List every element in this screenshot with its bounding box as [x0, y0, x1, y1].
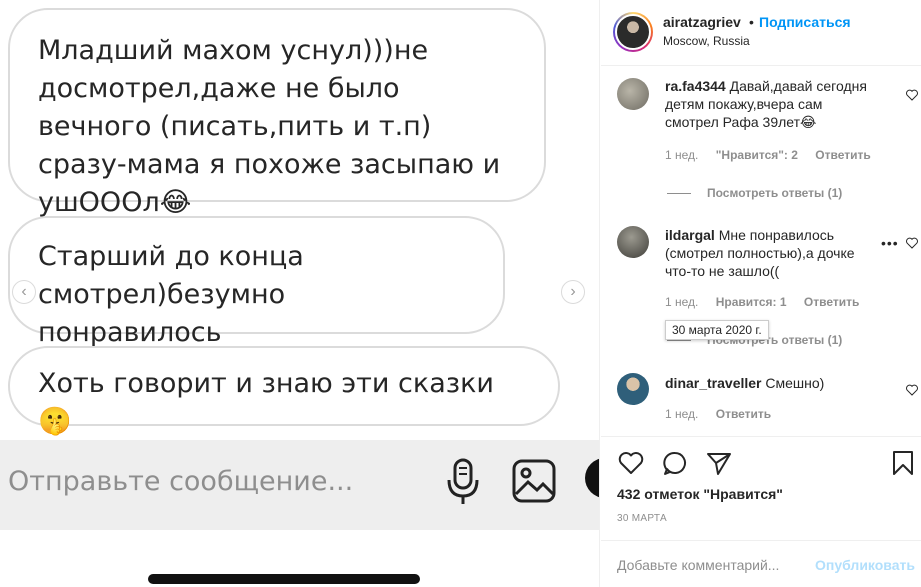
comment-meta: 1 нед. "Нравится": 2 Ответить — [665, 148, 885, 162]
reply-button[interactable]: Ответить — [815, 148, 870, 162]
comment-body: dinar_traveller Смешно) — [665, 374, 880, 392]
gallery-icon — [512, 459, 556, 503]
post-location[interactable]: Moscow, Russia — [663, 34, 750, 48]
comments-list[interactable]: ra.fa4344 Давай,давай сегодня детям пока… — [601, 67, 921, 435]
post-media[interactable]: Младший махом уснул)))не досмотрел,даже … — [0, 0, 600, 587]
heart-icon[interactable] — [906, 384, 918, 396]
post-sidebar: airatzagriev • Подписаться Moscow, Russi… — [601, 0, 921, 587]
heart-icon[interactable] — [906, 89, 918, 101]
add-comment-box: Добавьте комментарий... Опубликовать — [601, 540, 921, 587]
comment-body: ildargal Мне понравилось (смотрел полнос… — [665, 226, 880, 280]
comment-time: 1 нед. — [665, 148, 699, 162]
comment-username[interactable]: dinar_traveller — [665, 375, 762, 391]
previous-image-button[interactable]: ‹ — [12, 280, 36, 304]
comment-meta: 1 нед. Ответить — [665, 407, 785, 421]
like-heart-icon[interactable] — [617, 449, 645, 477]
post-date: 30 МАРТА — [617, 513, 667, 524]
commenter-avatar[interactable] — [617, 226, 649, 258]
comment-input[interactable]: Добавьте комментарий... — [617, 557, 779, 573]
date-tooltip: 30 марта 2020 г. — [665, 320, 769, 340]
likes-count[interactable]: 432 отметок "Нравится" — [617, 486, 783, 502]
more-options-icon[interactable]: ••• — [881, 235, 899, 251]
comment-username[interactable]: ra.fa4344 — [665, 78, 726, 94]
comment-icon[interactable] — [661, 449, 689, 477]
save-bookmark-icon[interactable] — [891, 449, 915, 477]
heart-icon[interactable] — [906, 237, 918, 249]
next-image-button[interactable]: › — [561, 280, 585, 304]
reply-button[interactable]: Ответить — [716, 407, 771, 421]
commenter-avatar[interactable] — [617, 78, 649, 110]
comment-time: 1 нед. — [665, 295, 699, 309]
commenter-avatar[interactable] — [617, 373, 649, 405]
publish-button[interactable]: Опубликовать — [815, 557, 915, 573]
author-username[interactable]: airatzagriev — [663, 14, 741, 30]
header-separator: • — [749, 14, 754, 30]
view-replies-button[interactable]: Посмотреть ответы (1) — [667, 186, 842, 200]
comment-username[interactable]: ildargal — [665, 227, 715, 243]
post-header: airatzagriev • Подписаться Moscow, Russi… — [601, 0, 921, 66]
home-indicator — [148, 574, 420, 584]
comment-text: Смешно) — [765, 375, 825, 391]
post-actions — [601, 436, 921, 486]
reply-button[interactable]: Ответить — [804, 295, 859, 309]
message-placeholder: Отправьте сообщение... — [8, 466, 354, 497]
comment-body: ra.fa4344 Давай,давай сегодня детям пока… — [665, 77, 880, 131]
author-avatar[interactable] — [613, 12, 653, 52]
instagram-post-view: Младший махом уснул)))не досмотрел,даже … — [0, 0, 921, 587]
comment-likes[interactable]: "Нравится": 2 — [716, 148, 798, 162]
comment-likes[interactable]: Нравится: 1 — [716, 295, 787, 309]
comment-time: 1 нед. — [665, 407, 699, 421]
comment-meta: 1 нед. Нравится: 1 Ответить — [665, 295, 873, 309]
chat-bubble-2: Старший до конца смотрел)безумно понрави… — [8, 216, 505, 348]
share-icon[interactable] — [705, 449, 733, 477]
chat-bubble-3: Хоть говорит и знаю эти сказки 🤫 — [8, 346, 560, 437]
microphone-icon — [447, 458, 479, 504]
follow-button[interactable]: Подписаться — [759, 14, 851, 30]
chat-bubble-1: Младший махом уснул)))не досмотрел,даже … — [8, 8, 546, 218]
